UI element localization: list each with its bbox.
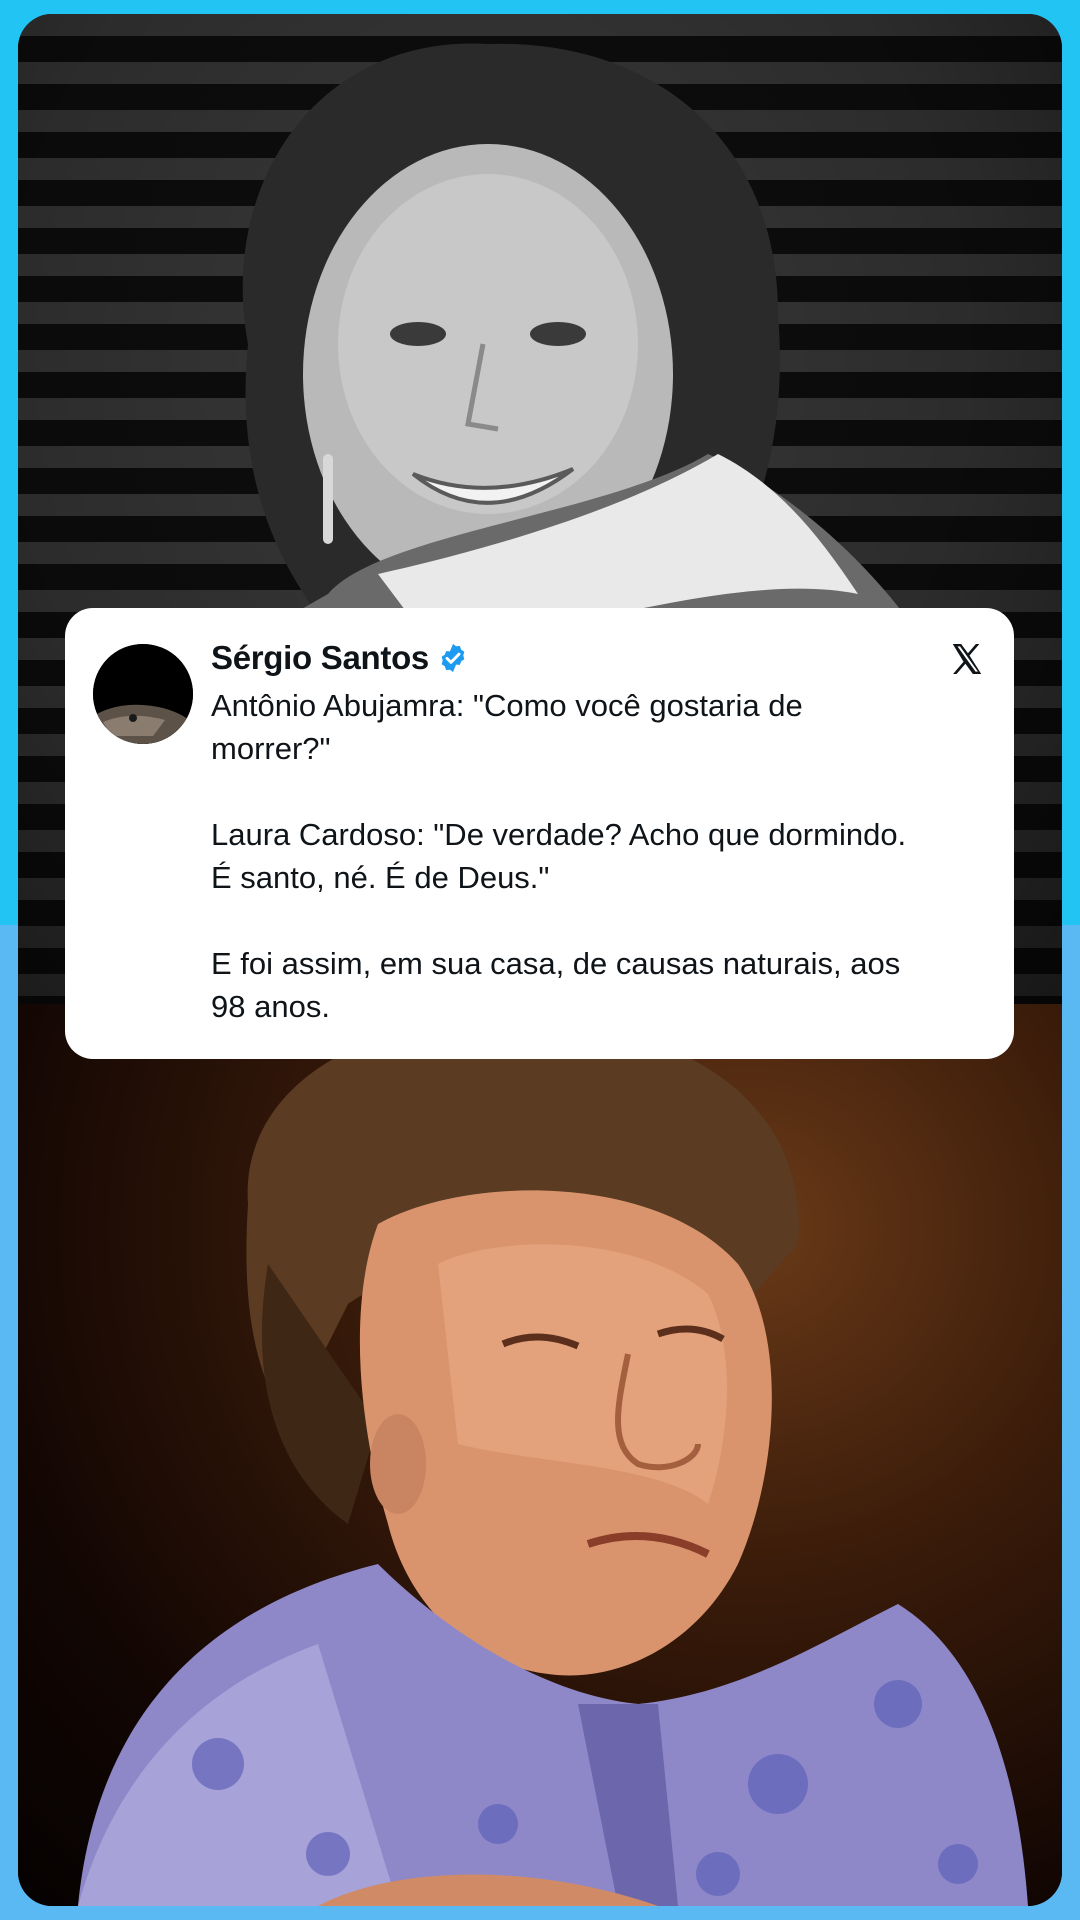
verified-badge-icon: [437, 642, 469, 674]
tweet-line: Antônio Abujamra: "Como você gostaria de: [211, 688, 803, 723]
author-avatar[interactable]: [93, 644, 193, 744]
portrait-photo-bottom: [18, 1004, 1062, 1906]
tweet-line: É santo, né. É de Deus.": [211, 860, 550, 895]
author-name[interactable]: Sérgio Santos: [211, 639, 429, 677]
tweet-body: Sérgio Santos Antônio Abujamra: "Como vo…: [211, 636, 981, 1028]
tweet-card[interactable]: Sérgio Santos Antônio Abujamra: "Como vo…: [65, 608, 1014, 1059]
tweet-text: Antônio Abujamra: "Como você gostaria de…: [211, 684, 981, 1028]
tweet-line: E foi assim, em sua casa, de causas natu…: [211, 946, 901, 981]
author-row: Sérgio Santos: [211, 636, 981, 680]
tweet-line: Laura Cardoso: "De verdade? Acho que dor…: [211, 817, 907, 852]
tweet-line: 98 anos.: [211, 989, 330, 1024]
x-logo-icon[interactable]: [948, 640, 986, 678]
tweet-line: morrer?": [211, 731, 331, 766]
